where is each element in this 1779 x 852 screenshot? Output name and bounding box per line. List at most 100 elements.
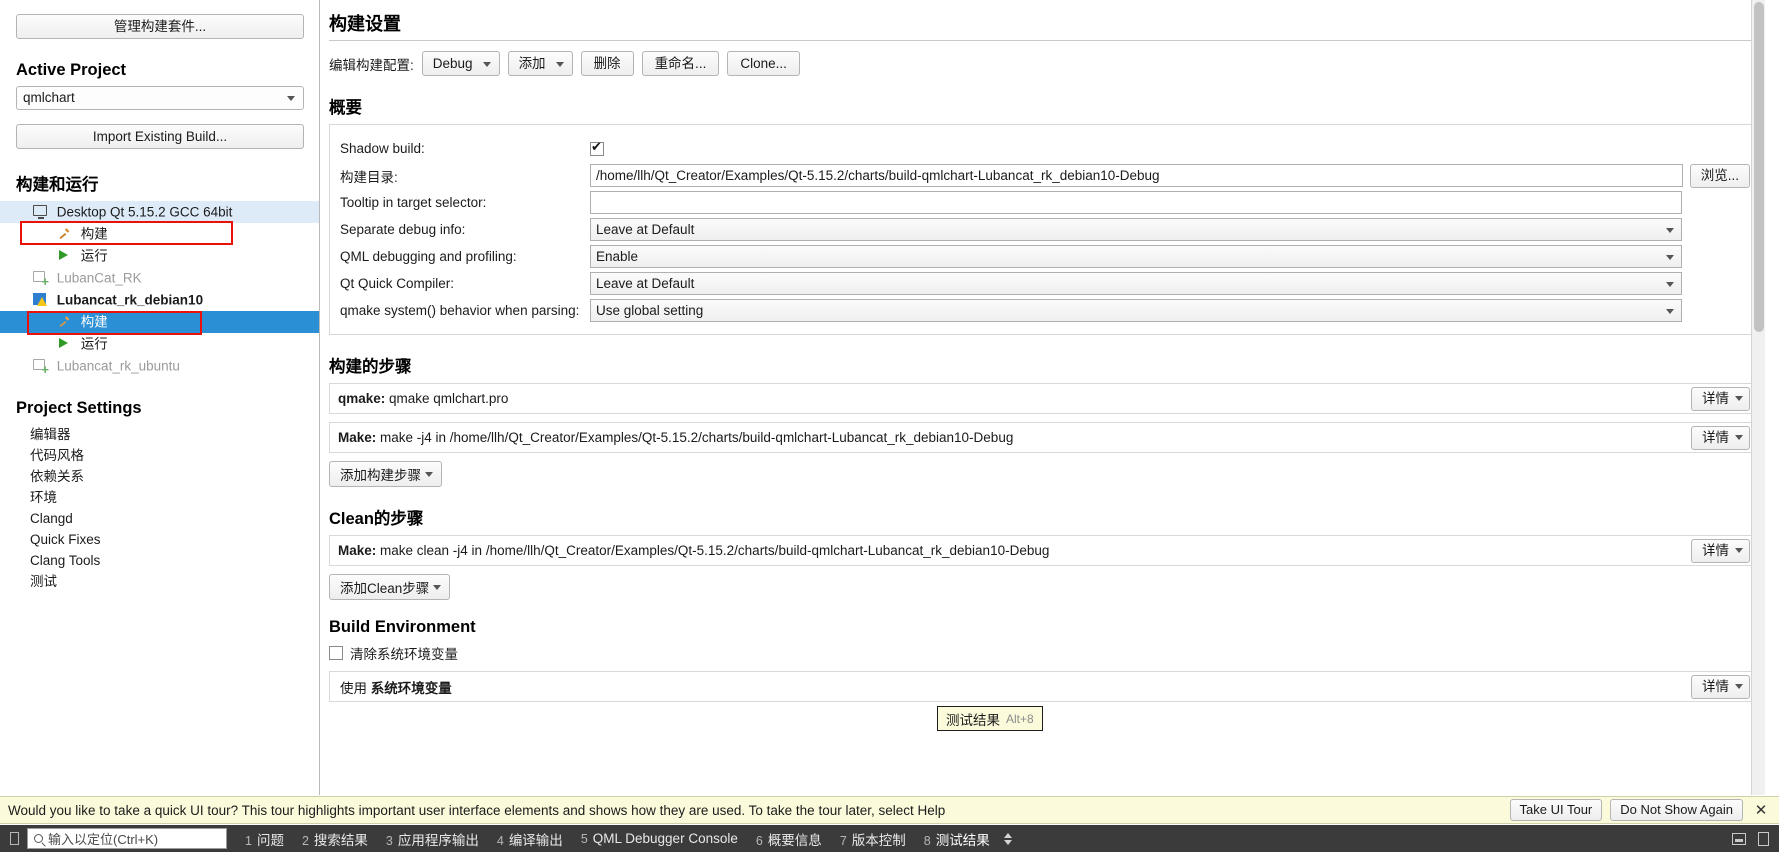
qt-quick-compiler-combobox[interactable]: Leave at Default (590, 272, 1682, 295)
tree-item-lubancat-rk-ubuntu[interactable]: Lubancat_rk_ubuntu (0, 355, 319, 377)
device-warning-icon (32, 291, 48, 307)
separate-debug-combobox[interactable]: Leave at Default (590, 218, 1682, 241)
build-step-qmake[interactable]: qmake: qmake qmlchart.pro 详情 (329, 383, 1755, 414)
qt-quick-compiler-row: Qt Quick Compiler: Leave at Default (340, 270, 1750, 297)
clear-system-env-checkbox[interactable] (329, 646, 343, 660)
details-label: 详情 (1702, 678, 1729, 694)
device-add-icon (32, 269, 49, 288)
tooltip-target-input[interactable] (590, 191, 1682, 214)
build-step-prefix: Make: (338, 430, 377, 445)
clone-config-button[interactable]: Clone... (727, 51, 800, 76)
tree-item-lubancat-rk-debian10[interactable]: Lubancat_rk_debian10 (0, 289, 319, 311)
tree-item-debian10-run[interactable]: 运行 (0, 333, 319, 355)
settings-item-clang-tools[interactable]: Clang Tools (0, 550, 319, 571)
tree-item-debian10-build[interactable]: 构建 (0, 311, 319, 333)
settings-item-code-style[interactable]: 代码风格 (0, 445, 319, 466)
build-config-combobox[interactable]: Debug (421, 51, 500, 76)
tree-item-desktop-build[interactable]: 构建 (0, 223, 319, 245)
hammer-icon-svg (59, 316, 70, 328)
browse-button[interactable]: 浏览... (1689, 163, 1750, 188)
clean-step-make[interactable]: Make: make clean -j4 in /home/llh/Qt_Cre… (329, 535, 1755, 566)
hammer-icon-svg (59, 228, 70, 240)
minimize-output-icon[interactable] (1732, 832, 1746, 845)
output-pane-version-control[interactable]: 7 版本控制 (840, 829, 906, 849)
settings-item-dependencies[interactable]: 依赖关系 (0, 466, 319, 487)
do-not-show-again-button[interactable]: Do Not Show Again (1610, 799, 1743, 821)
build-directory-input[interactable]: /home/llh/Qt_Creator/Examples/Qt-5.15.2/… (590, 164, 1683, 187)
separate-debug-value: Leave at Default (596, 222, 695, 237)
output-pane-search-results[interactable]: 2 搜索结果 (302, 829, 368, 849)
manage-kits-button[interactable]: 管理构建套件... (16, 14, 304, 39)
ui-tour-infobar: Would you like to take a quick UI tour? … (0, 796, 1779, 824)
monitor-icon (32, 203, 48, 219)
shadow-build-checkbox[interactable] (590, 139, 604, 156)
rename-config-button[interactable]: 重命名... (641, 51, 720, 76)
qmake-system-label: qmake system() behavior when parsing: (340, 303, 580, 318)
output-pane-label: QML Debugger Console (592, 831, 738, 846)
output-pane-test-results[interactable]: 8 测试结果 (924, 829, 990, 849)
tooltip-target-label: Tooltip in target selector: (340, 195, 487, 210)
output-pane-updown-icon[interactable] (1003, 832, 1012, 845)
output-pane-compile-output[interactable]: 4 编译输出 (497, 829, 563, 849)
tree-item-desktop-kit[interactable]: Desktop Qt 5.15.2 GCC 64bit (0, 201, 319, 223)
add-build-step-button[interactable]: 添加构建步骤 (329, 461, 442, 487)
toggle-panel-icon[interactable] (1758, 831, 1769, 846)
settings-item-environment[interactable]: 环境 (0, 487, 319, 508)
shadow-build-label: Shadow build: (340, 141, 425, 156)
take-ui-tour-button[interactable]: Take UI Tour (1509, 799, 1603, 821)
build-directory-row: 构建目录: /home/llh/Qt_Creator/Examples/Qt-5… (340, 162, 1750, 189)
details-label: 详情 (1702, 390, 1729, 406)
qmake-system-combobox[interactable]: Use global setting (590, 299, 1682, 322)
qml-debugging-label: QML debugging and profiling: (340, 249, 517, 264)
settings-item-tests[interactable]: 测试 (0, 571, 319, 592)
build-and-run-heading: 构建和运行 (16, 176, 99, 194)
build-config-value: Debug (432, 56, 473, 71)
build-environment-details-button[interactable]: 详情 (1691, 674, 1750, 699)
import-existing-build-button[interactable]: Import Existing Build... (16, 124, 304, 149)
tree-item-label: 构建 (80, 226, 108, 242)
clean-step-text: Make: make clean -j4 in /home/llh/Qt_Cre… (338, 543, 1691, 558)
status-bar-right (1732, 831, 1779, 846)
use-environment-value: 系统环境变量 (370, 680, 452, 696)
scrollbar-thumb[interactable] (1754, 2, 1764, 332)
build-step-qmake-details-button[interactable]: 详情 (1691, 386, 1750, 411)
main-scrollbar[interactable] (1751, 0, 1765, 795)
output-pane-problems[interactable]: 1 问题 (245, 829, 284, 849)
close-icon[interactable]: ✕ (1753, 801, 1769, 819)
remove-config-button[interactable]: 删除 (580, 51, 634, 76)
qml-debugging-combobox[interactable]: Enable (590, 245, 1682, 268)
settings-item-quick-fixes[interactable]: Quick Fixes (0, 529, 319, 550)
build-step-make[interactable]: Make: make -j4 in /home/llh/Qt_Creator/E… (329, 422, 1755, 453)
sidebar-toggle-icon[interactable] (10, 832, 19, 845)
output-pane-application-output[interactable]: 3 应用程序输出 (386, 829, 479, 849)
tree-item-label: Lubancat_rk_debian10 (56, 292, 204, 308)
page-title: 构建设置 (329, 14, 401, 34)
add-config-button[interactable]: 添加 (507, 51, 573, 76)
summary-group: Shadow build: 构建目录: /home/llh/Qt_Creator… (329, 124, 1755, 335)
locator-input[interactable]: 输入以定位(Ctrl+K) (27, 828, 227, 849)
clean-step-details-button[interactable]: 详情 (1691, 538, 1750, 563)
output-pane-number: 5 (580, 832, 588, 846)
add-clean-step-button[interactable]: 添加Clean步骤 (329, 574, 451, 600)
hammer-icon (56, 313, 72, 329)
build-step-make-details-button[interactable]: 详情 (1691, 425, 1750, 450)
tree-item-lubancat-rk[interactable]: LubanCat_RK (0, 267, 319, 289)
active-project-combobox[interactable]: qmlchart (16, 86, 304, 110)
active-project-heading: Active Project (16, 61, 127, 79)
settings-item-clangd[interactable]: Clangd (0, 508, 319, 529)
settings-item-editor[interactable]: 编辑器 (0, 424, 319, 445)
hammer-icon (56, 225, 72, 241)
build-run-tree: Desktop Qt 5.15.2 GCC 64bit 构建 运行 + Luba… (0, 201, 319, 377)
output-pane-number: 1 (245, 833, 252, 848)
tooltip-shortcut: Alt+8 (1006, 711, 1034, 726)
projects-sidebar: 管理构建套件... Active Project qmlchart Import… (0, 0, 320, 795)
use-system-environment-row[interactable]: 使用 系统环境变量 详情 (329, 671, 1755, 702)
output-pane-general-messages[interactable]: 6 概要信息 (756, 829, 822, 849)
separate-debug-row: Separate debug info: Leave at Default (340, 216, 1750, 243)
play-icon (56, 247, 72, 263)
tree-item-desktop-run[interactable]: 运行 (0, 245, 319, 267)
add-config-label: 添加 (518, 56, 546, 71)
shadow-build-row: Shadow build: (340, 135, 1750, 162)
summary-heading: 概要 (329, 99, 362, 117)
output-pane-qml-debugger-console[interactable]: 5 QML Debugger Console (581, 831, 738, 846)
